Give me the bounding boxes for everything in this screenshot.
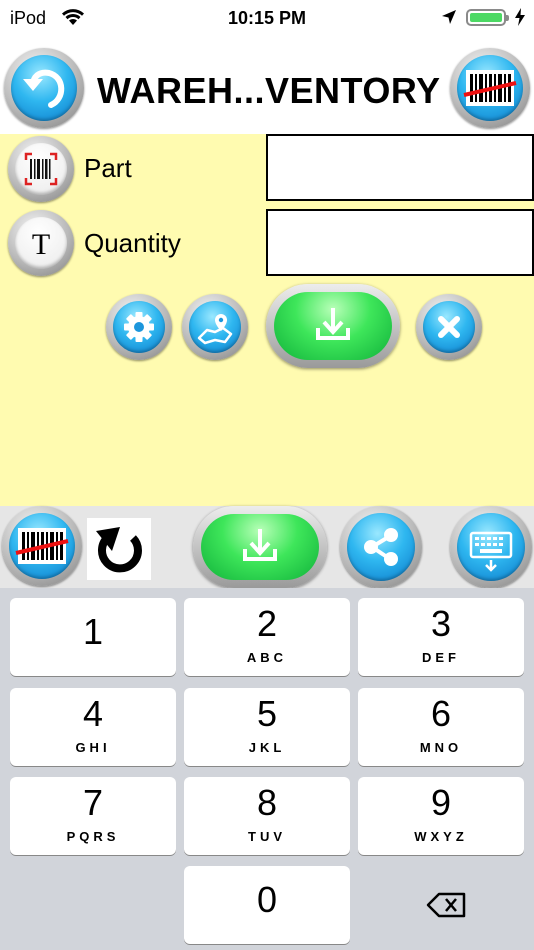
key-5[interactable]: 5 JKL bbox=[184, 688, 350, 766]
key-digit: 3 bbox=[430, 603, 452, 644]
form-panel: Part T Quantity bbox=[0, 134, 534, 506]
back-arrow-icon bbox=[23, 69, 65, 108]
key-digit: 9 bbox=[430, 782, 452, 823]
settings-icon bbox=[124, 312, 154, 342]
toolbar-save-button[interactable] bbox=[193, 506, 327, 588]
barcode-scan-icon bbox=[463, 70, 517, 106]
key-9[interactable]: 9 WXYZ bbox=[358, 777, 524, 855]
key-letters: ABC bbox=[246, 650, 288, 665]
barcode-icon bbox=[24, 152, 58, 186]
cancel-button[interactable] bbox=[416, 294, 482, 360]
key-7[interactable]: 7 PQRS bbox=[10, 777, 176, 855]
key-digit: 0 bbox=[256, 879, 278, 920]
location-arrow-icon bbox=[442, 10, 456, 24]
key-digit: 2 bbox=[256, 603, 278, 644]
part-scan-button[interactable] bbox=[8, 136, 74, 202]
barcode-scan-icon bbox=[15, 528, 69, 564]
quantity-text-button[interactable]: T bbox=[8, 210, 74, 276]
quantity-label: Quantity bbox=[84, 228, 181, 258]
key-letters: PQRS bbox=[66, 829, 120, 844]
svg-text:T: T bbox=[32, 228, 50, 261]
key-digit: 4 bbox=[82, 693, 104, 734]
backspace-icon bbox=[426, 892, 466, 918]
header: WAREH...VENTORY bbox=[0, 44, 534, 134]
save-button[interactable] bbox=[266, 284, 400, 368]
text-t-icon: T bbox=[32, 228, 50, 261]
quantity-input[interactable] bbox=[266, 209, 534, 276]
part-label: Part bbox=[84, 153, 132, 183]
charging-bolt-icon bbox=[515, 8, 525, 26]
key-4[interactable]: 4 GHI bbox=[10, 688, 176, 766]
key-digit: 1 bbox=[82, 611, 104, 652]
download-icon bbox=[316, 308, 350, 340]
key-0[interactable]: 0 bbox=[184, 866, 350, 944]
toolbar bbox=[0, 506, 534, 588]
key-letters: DEF bbox=[422, 650, 460, 665]
settings-button[interactable] bbox=[106, 294, 172, 360]
scan-button[interactable] bbox=[450, 48, 530, 128]
battery-icon bbox=[466, 9, 509, 26]
key-8[interactable]: 8 TUV bbox=[184, 777, 350, 855]
key-letters: TUV bbox=[248, 829, 286, 844]
key-digit: 7 bbox=[82, 782, 104, 823]
key-3[interactable]: 3 DEF bbox=[358, 598, 524, 676]
toolbar-scan-button[interactable] bbox=[2, 506, 82, 586]
undo-button[interactable] bbox=[87, 518, 151, 580]
backspace-key[interactable] bbox=[358, 866, 524, 944]
share-button[interactable] bbox=[340, 506, 422, 588]
close-icon bbox=[438, 316, 460, 338]
key-6[interactable]: 6 MNO bbox=[358, 688, 524, 766]
keyboard-button[interactable] bbox=[450, 506, 532, 588]
key-1[interactable]: 1 bbox=[10, 598, 176, 676]
share-icon bbox=[364, 528, 398, 566]
location-button[interactable] bbox=[182, 294, 248, 360]
map-location-icon bbox=[197, 314, 233, 345]
key-digit: 8 bbox=[256, 782, 278, 823]
part-input[interactable] bbox=[266, 134, 534, 201]
key-letters: JKL bbox=[248, 740, 286, 755]
key-digit: 6 bbox=[430, 693, 452, 734]
status-bar: iPod 10:15 PM bbox=[0, 0, 534, 36]
undo-icon bbox=[96, 527, 142, 573]
key-2[interactable]: 2 ABC bbox=[184, 598, 350, 676]
key-digit: 5 bbox=[256, 693, 278, 734]
page-title: WAREH...VENTORY bbox=[97, 70, 441, 111]
key-letters: WXYZ bbox=[414, 829, 468, 844]
keyboard-icon bbox=[469, 531, 513, 572]
key-letters: MNO bbox=[419, 740, 463, 755]
download-icon bbox=[243, 529, 277, 561]
key-letters: GHI bbox=[75, 740, 111, 755]
back-button[interactable] bbox=[4, 48, 84, 128]
